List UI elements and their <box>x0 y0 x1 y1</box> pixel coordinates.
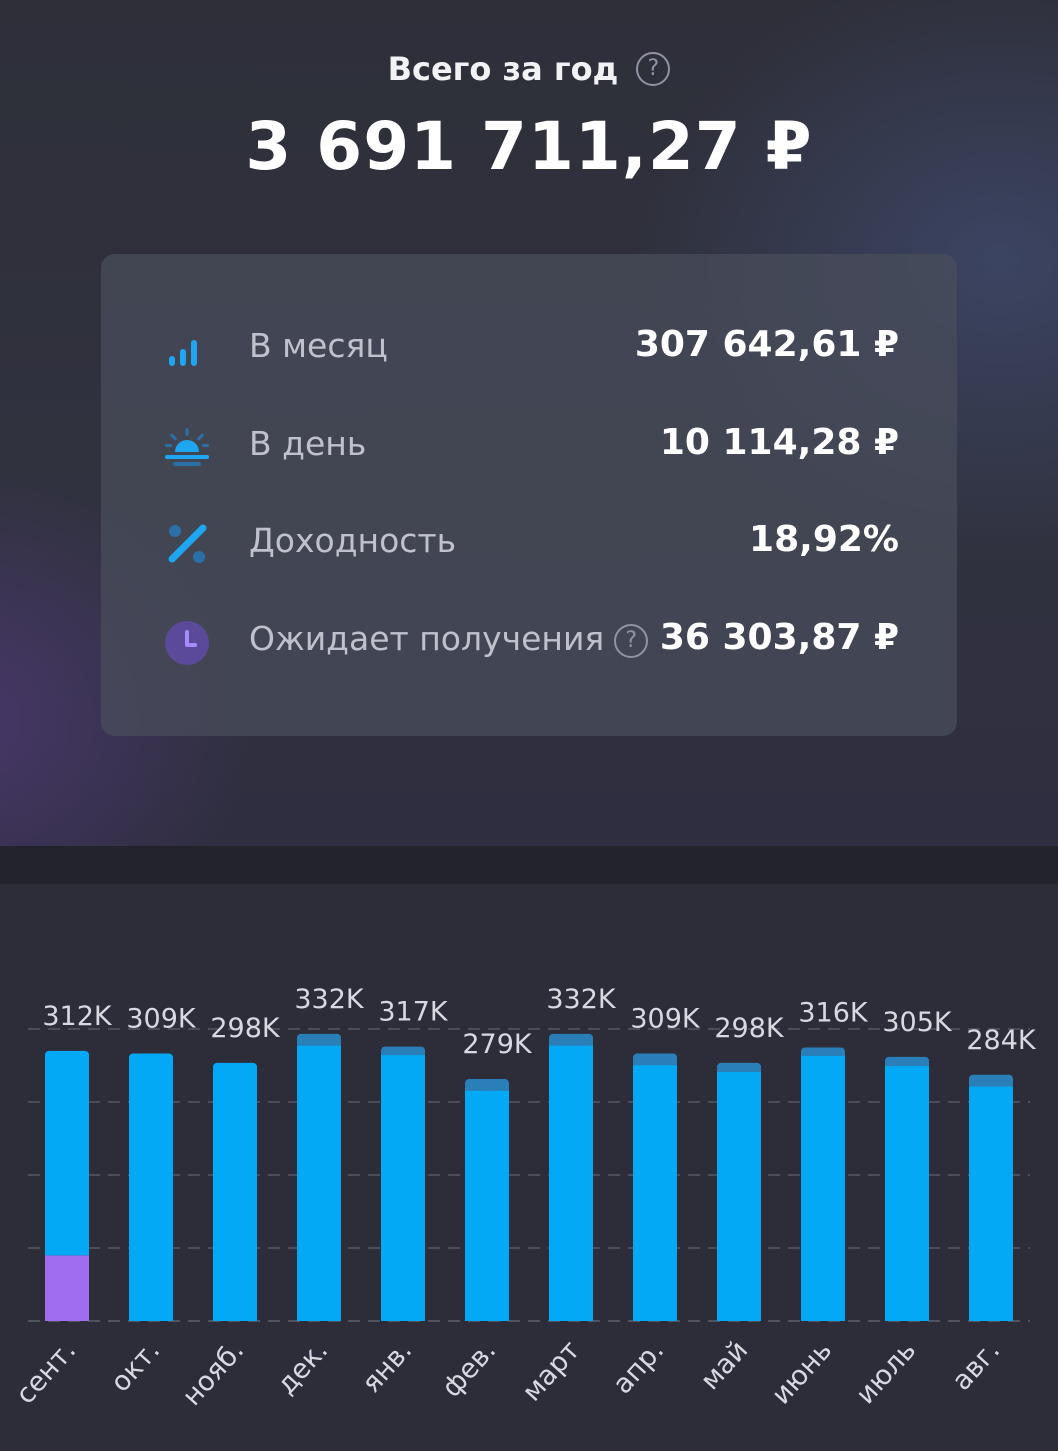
section-divider <box>0 846 1058 884</box>
total-title: Всего за год <box>387 50 619 88</box>
stat-label: Доходность <box>249 521 457 560</box>
bar-cap <box>45 1050 89 1059</box>
month-label: нояб. <box>177 1335 251 1412</box>
month-label: июнь <box>766 1335 838 1411</box>
total-header: Всего за год? <box>0 48 1058 88</box>
bar-cap <box>633 1053 677 1062</box>
bar-value-label: 284K <box>966 1025 1037 1056</box>
bar-pending <box>45 1255 89 1321</box>
bar-cap <box>129 1053 173 1062</box>
percent-icon <box>168 524 207 563</box>
bar-chart-icon <box>169 340 197 366</box>
bar-cap <box>801 1047 845 1056</box>
month-label: дек. <box>271 1335 334 1400</box>
bar-value-label: 332K <box>294 984 365 1015</box>
bar-value-label: 316K <box>798 997 869 1028</box>
bar-cap <box>549 1033 593 1042</box>
stat-label: В месяц <box>249 326 388 365</box>
bar <box>717 1071 761 1321</box>
month-label: сент. <box>10 1335 82 1410</box>
help-icon[interactable]: ? <box>636 52 671 86</box>
stat-value: 10 114,28 ₽ <box>659 422 899 463</box>
month-label: фев. <box>436 1335 502 1403</box>
bar-value-label: 332K <box>546 984 617 1015</box>
bar <box>885 1065 929 1321</box>
bar <box>801 1054 845 1321</box>
bar-cap <box>717 1062 761 1071</box>
stat-value: 307 642,61 ₽ <box>634 324 899 365</box>
monthly-income-chart: 312K сент. 309K окт. 298K нояб. 332K дек. 317K ян… <box>10 984 1037 1412</box>
bar <box>381 1054 425 1321</box>
bar-value-label: 298K <box>714 1013 785 1044</box>
bar <box>969 1085 1013 1321</box>
stat-row-yield: Доходность 18,92% <box>101 511 957 571</box>
bar <box>45 1054 89 1256</box>
stat-value: 36 303,87 ₽ <box>659 617 899 658</box>
month-label: июль <box>850 1335 922 1410</box>
bar-cap <box>213 1062 257 1071</box>
stat-label-with-help: Ожидает получения? <box>249 619 649 658</box>
bar-cap <box>381 1046 425 1055</box>
help-icon[interactable]: ? <box>614 623 649 658</box>
stat-row-month: В месяц 307 642,61 ₽ <box>101 316 957 376</box>
bar-value-label: 279K <box>462 1029 533 1060</box>
bar-value-label: 309K <box>630 1003 701 1034</box>
month-label: янв. <box>356 1335 418 1399</box>
stat-label: Ожидает получения <box>249 619 605 658</box>
month-label: апр. <box>607 1335 670 1400</box>
bar-value-label: 312K <box>42 1001 113 1032</box>
bar-cap <box>885 1056 929 1065</box>
bar-value-label: 305K <box>882 1007 953 1038</box>
stats-card: В месяц 307 642,61 ₽ В день 10 114,28 ₽ <box>101 254 957 736</box>
stat-value: 18,92% <box>749 519 899 560</box>
bar <box>549 1044 593 1321</box>
stat-label: В день <box>249 424 367 463</box>
month-label: май <box>695 1335 754 1396</box>
bar-value-label: 317K <box>378 997 449 1028</box>
bar-cap <box>297 1033 341 1042</box>
month-label: окт. <box>105 1335 166 1398</box>
bar <box>129 1057 173 1321</box>
bar <box>633 1064 677 1321</box>
stat-row-day: В день 10 114,28 ₽ <box>101 414 957 474</box>
summary-section: Всего за год? 3 691 711,27 ₽ В месяц 307… <box>0 0 1058 846</box>
bar <box>465 1089 509 1321</box>
sunrise-icon <box>165 428 209 466</box>
total-amount: 3 691 711,27 ₽ <box>245 108 813 185</box>
bar <box>297 1044 341 1321</box>
bar-cap <box>969 1074 1013 1083</box>
month-label: март <box>516 1335 586 1408</box>
month-label: авг. <box>946 1335 1006 1397</box>
stat-row-pending: Ожидает получения? 36 303,87 ₽ <box>101 609 957 669</box>
bar-value-label: 298K <box>210 1013 281 1044</box>
chart-section: 312K сент. 309K окт. 298K нояб. 332K дек. 317K ян… <box>0 884 1058 1451</box>
bar-value-label: 309K <box>126 1003 197 1034</box>
bar <box>213 1066 257 1321</box>
clock-icon <box>165 621 209 665</box>
bar-cap <box>465 1079 509 1088</box>
